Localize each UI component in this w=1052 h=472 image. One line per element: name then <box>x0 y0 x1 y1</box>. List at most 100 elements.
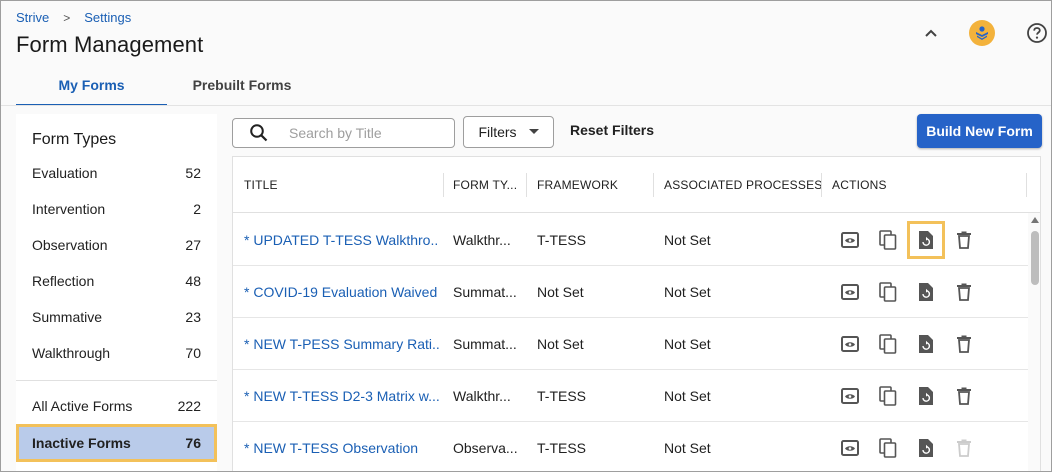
form-title-link[interactable]: * NEW T-PESS Summary Rati... <box>244 318 439 370</box>
sidebar-item-label: Inactive Forms <box>32 435 131 451</box>
column-header-title[interactable]: TITLE <box>244 157 278 213</box>
sidebar-item-label: Observation <box>32 237 108 253</box>
form-title-link[interactable]: * COVID-19 Evaluation Waived <box>244 266 439 318</box>
breadcrumb-home-link[interactable]: Strive <box>16 10 49 25</box>
form-types-sidebar: Form Types Evaluation 52 Intervention 2 … <box>16 114 217 471</box>
sidebar-item-intervention[interactable]: Intervention 2 <box>16 191 217 227</box>
sidebar-item-all-active-forms[interactable]: All Active Forms 222 <box>16 388 217 424</box>
user-avatar-icon[interactable] <box>969 20 995 46</box>
delete-icon[interactable] <box>952 228 976 252</box>
restore-icon[interactable] <box>914 332 938 356</box>
sidebar-item-count: 76 <box>185 435 201 451</box>
sidebar-item-inactive-forms[interactable]: Inactive Forms 76 <box>16 424 217 462</box>
column-header-associated-processes[interactable]: ASSOCIATED PROCESSES <box>664 157 822 213</box>
chevron-up-icon[interactable] <box>917 19 945 47</box>
column-header-form-type[interactable]: FORM TY... <box>453 157 517 213</box>
column-divider[interactable] <box>1026 173 1027 197</box>
sidebar-item-count: 222 <box>177 398 201 414</box>
sidebar-item-label: Reflection <box>32 273 95 289</box>
processes-cell: Not Set <box>664 284 711 300</box>
scroll-up-arrow-icon[interactable] <box>1031 217 1039 223</box>
restore-icon[interactable] <box>914 280 938 304</box>
sidebar-item-label: Intervention <box>32 201 106 217</box>
sidebar-item-observation[interactable]: Observation 27 <box>16 227 217 263</box>
sidebar-title: Form Types <box>32 131 117 148</box>
search-input[interactable] <box>289 125 439 141</box>
build-new-form-button[interactable]: Build New Form <box>917 114 1042 148</box>
breadcrumb-settings-link[interactable]: Settings <box>84 10 131 25</box>
preview-icon[interactable] <box>838 436 862 460</box>
copy-icon[interactable] <box>876 280 900 304</box>
processes-cell: Not Set <box>664 232 711 248</box>
column-divider[interactable] <box>653 173 654 197</box>
breadcrumb: Strive > Settings <box>16 10 131 25</box>
form-title-link[interactable]: * UPDATED T-TESS Walkthro... <box>244 214 439 266</box>
table-row: * COVID-19 Evaluation Waived Summat... N… <box>233 266 1028 318</box>
table-scrollbar[interactable] <box>1028 213 1040 471</box>
search-icon <box>250 124 268 142</box>
caret-down-icon <box>528 129 539 134</box>
sidebar-item-label: Evaluation <box>32 165 98 181</box>
help-icon[interactable] <box>1023 19 1051 47</box>
delete-icon[interactable] <box>952 332 976 356</box>
form-type-cell: Summat... <box>453 284 517 300</box>
framework-cell: T-TESS <box>537 388 587 404</box>
table-row: * NEW T-TESS Observation Observa... T-TE… <box>233 422 1028 471</box>
tabs-divider <box>1 105 1051 106</box>
filters-button[interactable]: Filters <box>463 116 554 148</box>
column-header-actions: ACTIONS <box>832 178 887 192</box>
preview-icon[interactable] <box>838 384 862 408</box>
form-type-cell: Observa... <box>453 440 518 456</box>
sidebar-item-label: Summative <box>32 309 103 325</box>
page-title: Form Management <box>16 32 204 57</box>
framework-cell: Not Set <box>537 336 584 352</box>
table-row: * UPDATED T-TESS Walkthro... Walkthr... … <box>233 214 1028 266</box>
delete-icon[interactable] <box>952 384 976 408</box>
form-type-cell: Walkthr... <box>453 388 511 404</box>
preview-icon[interactable] <box>838 332 862 356</box>
forms-table: TITLE FORM TY... FRAMEWORK ASSOCIATED PR… <box>232 156 1041 471</box>
copy-icon[interactable] <box>876 384 900 408</box>
row-actions <box>838 266 990 318</box>
sidebar-item-summative[interactable]: Summative 23 <box>16 299 217 335</box>
form-title-link[interactable]: * NEW T-TESS Observation <box>244 422 439 471</box>
processes-cell: Not Set <box>664 388 711 404</box>
row-actions <box>838 318 990 370</box>
scrollbar-thumb[interactable] <box>1031 231 1039 285</box>
table-row: * NEW T-TESS D2-3 Matrix w... Walkthr...… <box>233 370 1028 422</box>
delete-icon <box>952 436 976 460</box>
row-actions <box>838 422 990 471</box>
preview-icon[interactable] <box>838 280 862 304</box>
restore-icon[interactable] <box>907 221 945 259</box>
header-actions <box>917 19 1051 47</box>
form-type-cell: Walkthr... <box>453 232 511 248</box>
table-row: * NEW T-PESS Summary Rati... Summat... N… <box>233 318 1028 370</box>
sidebar-item-evaluation[interactable]: Evaluation 52 <box>16 155 217 191</box>
breadcrumb-separator: > <box>63 10 71 25</box>
copy-icon[interactable] <box>876 228 900 252</box>
restore-icon[interactable] <box>914 384 938 408</box>
row-actions <box>838 214 990 266</box>
framework-cell: T-TESS <box>537 440 587 456</box>
copy-icon[interactable] <box>876 436 900 460</box>
reset-filters-button[interactable]: Reset Filters <box>570 122 654 138</box>
preview-icon[interactable] <box>838 228 862 252</box>
copy-icon[interactable] <box>876 332 900 356</box>
form-type-cell: Summat... <box>453 336 517 352</box>
sidebar-item-count: 70 <box>185 345 201 361</box>
delete-icon[interactable] <box>952 280 976 304</box>
processes-cell: Not Set <box>664 336 711 352</box>
sidebar-item-label: Walkthrough <box>32 345 111 361</box>
sidebar-item-reflection[interactable]: Reflection 48 <box>16 263 217 299</box>
sidebar-item-count: 52 <box>185 165 201 181</box>
column-header-framework[interactable]: FRAMEWORK <box>537 157 618 213</box>
sidebar-item-walkthrough[interactable]: Walkthrough 70 <box>16 335 217 371</box>
tab-prebuilt-forms[interactable]: Prebuilt Forms <box>167 69 317 106</box>
tab-my-forms[interactable]: My Forms <box>16 69 167 106</box>
column-divider[interactable] <box>526 173 527 197</box>
app-frame: Strive > Settings Form Management My For… <box>0 0 1052 472</box>
form-title-link[interactable]: * NEW T-TESS D2-3 Matrix w... <box>244 370 439 422</box>
column-divider[interactable] <box>821 173 822 197</box>
restore-icon[interactable] <box>914 436 938 460</box>
column-divider[interactable] <box>443 173 444 197</box>
